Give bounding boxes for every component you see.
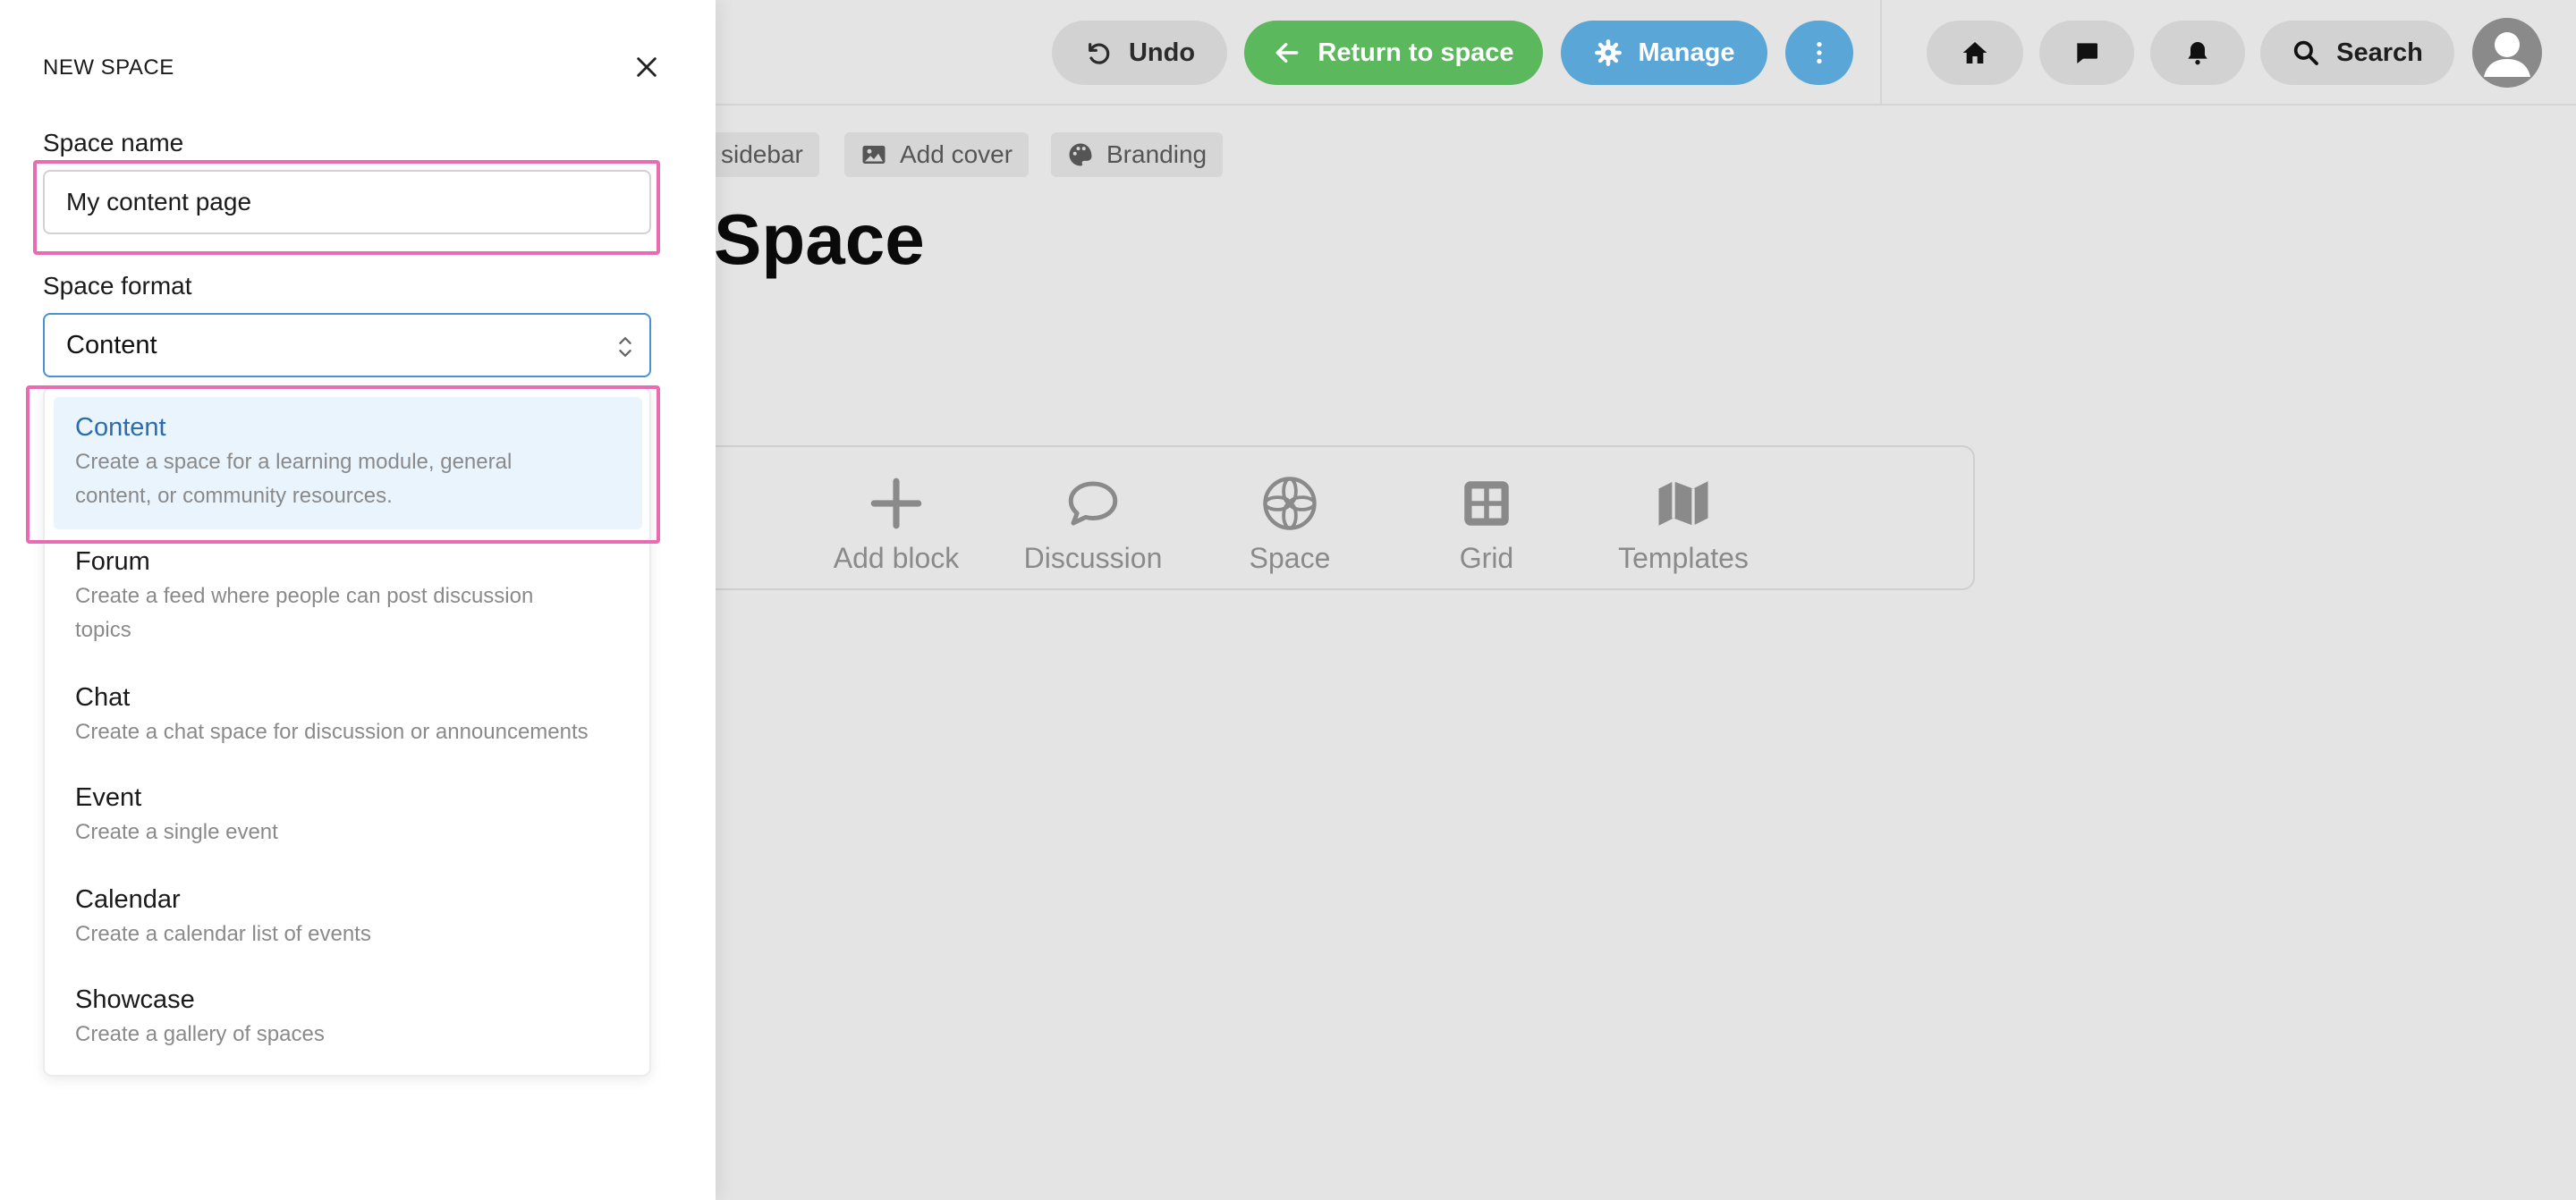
notifications-button[interactable]	[2150, 21, 2245, 85]
search-label: Search	[2336, 38, 2423, 67]
space-format-value: Content	[66, 330, 157, 359]
option-calendar[interactable]: Calendar Create a calendar list of event…	[54, 871, 642, 968]
avatar[interactable]	[2472, 18, 2542, 88]
selected-option-highlight	[26, 385, 660, 544]
more-options-button[interactable]	[1785, 21, 1853, 85]
branding-label: Branding	[1106, 140, 1208, 168]
option-description: Create a feed where people can post disc…	[75, 584, 534, 608]
plus-icon	[870, 477, 922, 529]
undo-icon	[1089, 43, 1110, 64]
option-description: Create a calendar list of events	[75, 922, 371, 946]
option-title: Event	[75, 783, 142, 812]
grid-block-button[interactable]: Grid	[1397, 474, 1576, 575]
space-format-select[interactable]: Content	[43, 313, 651, 377]
templates-block-button[interactable]: Templates	[1594, 474, 1773, 575]
speech-bubble-icon	[1068, 481, 1118, 526]
search-button[interactable]: Search	[2260, 21, 2454, 85]
page-title: Space	[714, 199, 925, 279]
manage-label: Manage	[1638, 38, 1735, 67]
topbar-divider	[1880, 0, 1882, 106]
return-to-space-button[interactable]: Return to space	[1244, 21, 1543, 85]
discussion-block-button[interactable]: Discussion	[1004, 474, 1182, 575]
flower-icon	[1263, 477, 1317, 530]
option-forum[interactable]: Forum Create a feed where people can pos…	[54, 533, 642, 665]
close-icon	[637, 57, 657, 77]
return-to-space-label: Return to space	[1318, 38, 1514, 67]
user-icon	[2484, 32, 2530, 77]
sidebar-label: sidebar	[721, 140, 803, 168]
panel-title: NEW SPACE	[43, 55, 174, 80]
option-title: Showcase	[75, 985, 195, 1014]
add-cover-button[interactable]: Add cover	[844, 132, 1030, 177]
templates-label: Templates	[1618, 542, 1749, 574]
option-title: Forum	[75, 547, 150, 576]
vertical-dots-icon	[1817, 42, 1822, 63]
space-name-highlight	[33, 160, 660, 255]
space-block-button[interactable]: Space	[1200, 474, 1379, 575]
close-button[interactable]	[630, 50, 664, 84]
chat-icon	[2077, 43, 2097, 63]
space-format-label: Space format	[43, 272, 192, 300]
manage-button[interactable]: Manage	[1561, 21, 1767, 85]
option-title: Calendar	[75, 885, 181, 914]
undo-label: Undo	[1128, 38, 1196, 67]
map-icon	[1658, 481, 1708, 526]
grid-label: Grid	[1459, 542, 1514, 574]
sidebar-toggle[interactable]: sidebar	[707, 132, 819, 177]
search-icon	[2293, 40, 2318, 65]
add-cover-label: Add cover	[900, 140, 1013, 168]
home-icon	[1962, 42, 1987, 63]
discussion-label: Discussion	[1023, 542, 1163, 574]
grid-icon	[1464, 481, 1509, 526]
bell-icon	[2188, 42, 2207, 65]
chevron-updown-icon	[619, 337, 631, 357]
arrow-left-icon	[1276, 42, 1299, 63]
new-space-panel: NEW SPACE Space name My content page Spa…	[0, 0, 716, 1200]
option-description: topics	[75, 618, 131, 642]
space-name-label: Space name	[43, 129, 184, 156]
option-title: Chat	[75, 683, 131, 712]
gear-icon	[1594, 39, 1622, 66]
add-block-label: Add block	[833, 542, 960, 574]
branding-button[interactable]: Branding	[1051, 132, 1224, 177]
undo-button[interactable]: Undo	[1052, 21, 1227, 85]
option-showcase[interactable]: Showcase Create a gallery of spaces	[54, 971, 642, 1068]
option-description: Create a chat space for discussion or an…	[75, 720, 589, 744]
palette-icon	[1069, 143, 1092, 166]
add-blocks-panel: Add block Discussion Space Grid Template…	[698, 445, 1975, 590]
option-description: Create a single event	[75, 820, 278, 844]
image-icon	[862, 146, 886, 164]
option-chat[interactable]: Chat Create a chat space for discussion …	[54, 669, 642, 765]
option-event[interactable]: Event Create a single event	[54, 769, 642, 866]
add-block-button[interactable]: Add block	[807, 474, 986, 575]
home-button[interactable]	[1927, 21, 2023, 85]
space-label: Space	[1249, 542, 1331, 574]
messages-button[interactable]	[2039, 21, 2134, 85]
option-description: Create a gallery of spaces	[75, 1022, 325, 1046]
